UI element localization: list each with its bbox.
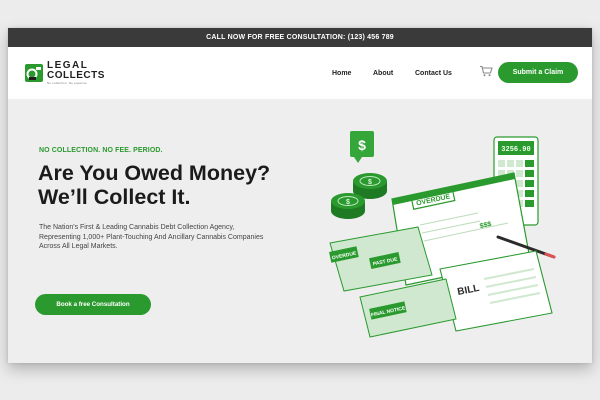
hero-section: NO COLLECTION. NO FEE. PERIOD. Are You O… (8, 99, 592, 363)
site-logo[interactable]: LEGAL COLLECTS No collection, No expense (24, 61, 105, 85)
nav-link-home[interactable]: Home (332, 70, 351, 77)
call-banner: CALL NOW FOR FREE CONSULTATION: (123) 45… (8, 28, 592, 47)
hero-headline: Are You Owed Money? We’ll Collect It. (38, 161, 270, 209)
hero-headline-line1: Are You Owed Money? (38, 161, 271, 185)
dollar-bubble-icon: $ (350, 131, 374, 163)
call-banner-text: CALL NOW FOR FREE CONSULTATION: (123) 45… (206, 34, 394, 41)
hero-headline-line2: We’ll Collect It. (38, 185, 191, 209)
coin-stack-icon: $ $ (331, 173, 387, 219)
nav-link-about[interactable]: About (373, 70, 393, 77)
site-header: LEGAL COLLECTS No collection, No expense… (8, 47, 592, 99)
browser-frame: CALL NOW FOR FREE CONSULTATION: (123) 45… (8, 28, 592, 363)
debt-illustration: $ $ $ 3256.90 OVERDUE $$$ BILL OVERDUE P… (308, 129, 568, 344)
book-consultation-button[interactable]: Book a free Consultation (35, 294, 151, 315)
cart-icon[interactable] (479, 65, 493, 77)
svg-text:$: $ (368, 179, 372, 186)
logo-mark-icon (25, 64, 43, 82)
hero-description: The Nation's First & Leading Cannabis De… (39, 224, 264, 250)
svg-text:$: $ (346, 199, 350, 206)
calculator-display: 3256.90 (501, 146, 530, 154)
logo-tagline: No collection, No expense (47, 81, 87, 85)
illustration-svg: $ $ $ 3256.90 OVERDUE $$$ BILL OVERDUE P… (329, 131, 556, 338)
final-notice-envelope: FINAL NOTICE (359, 278, 457, 338)
nav-link-contact[interactable]: Contact Us (415, 70, 452, 77)
submit-claim-button[interactable]: Submit a Claim (498, 62, 578, 83)
logo-text-collects: COLLECTS (47, 70, 105, 81)
svg-text:$: $ (358, 137, 366, 153)
hero-tagline: NO COLLECTION. NO FEE. PERIOD. (39, 147, 163, 154)
